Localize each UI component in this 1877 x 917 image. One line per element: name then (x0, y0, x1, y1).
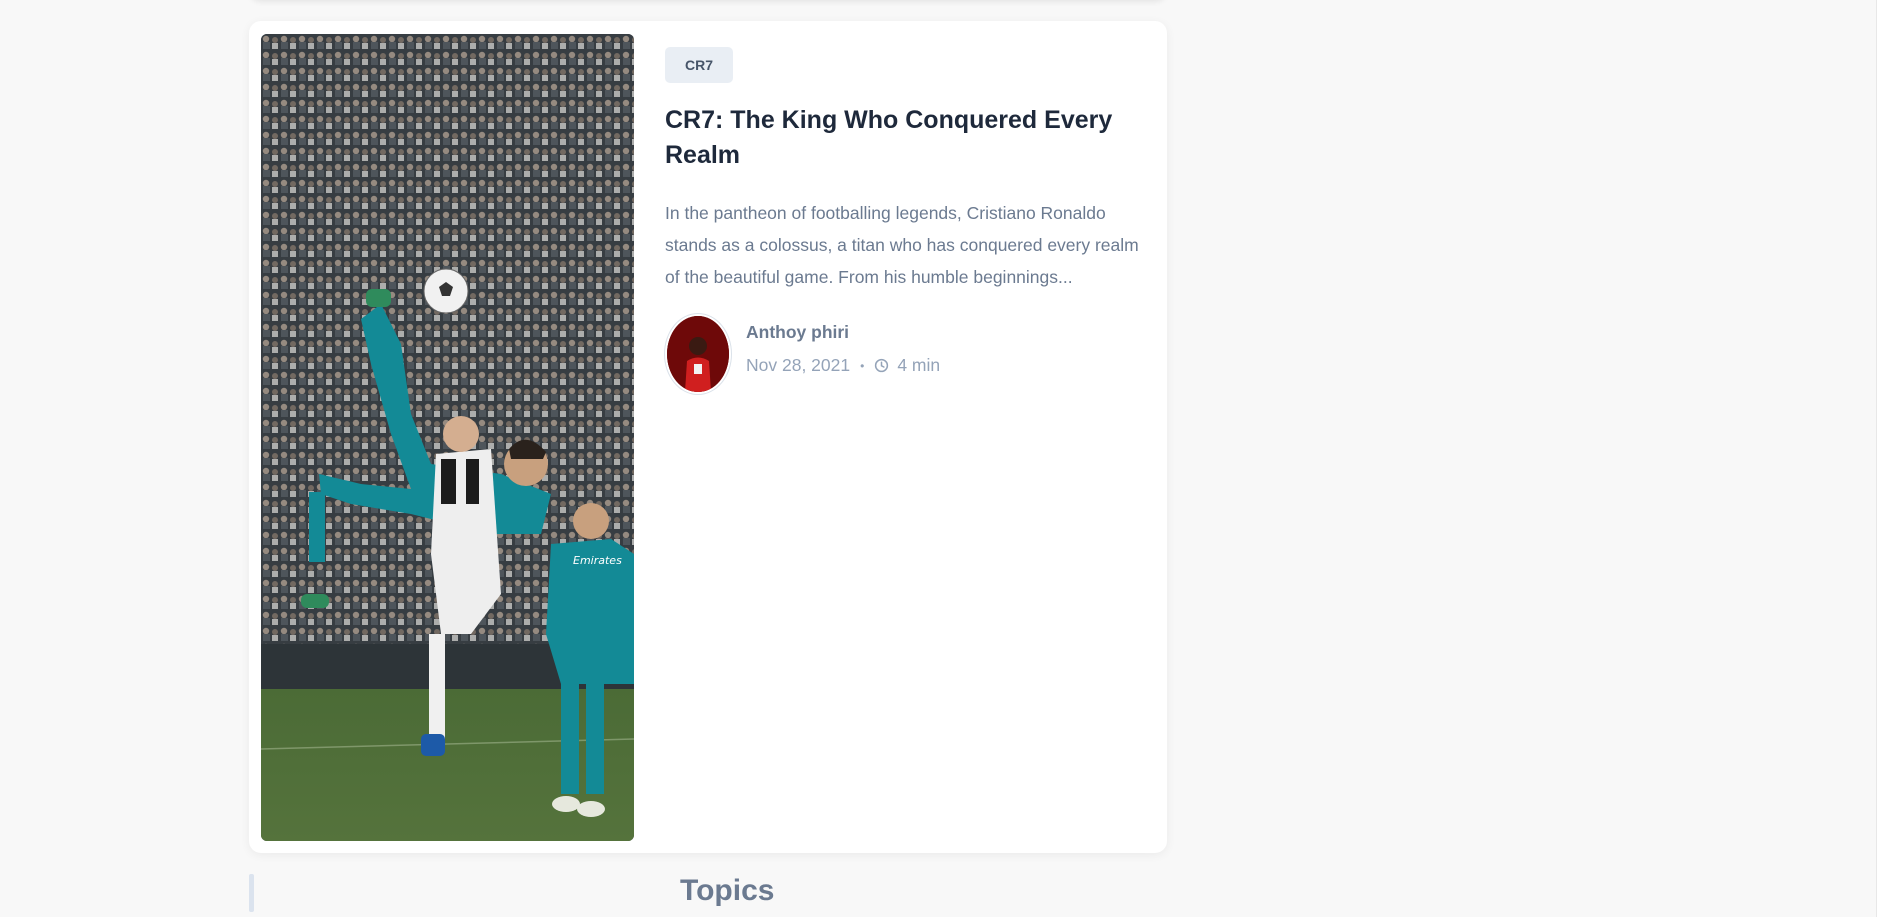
post-tag[interactable]: CR7 (665, 47, 734, 83)
post-date: Nov 28, 2021 (746, 355, 851, 375)
post-author: Anthoy phiri Nov 28, 2021 • 4 min (665, 314, 1150, 394)
post-excerpt: In the pantheon of footballing legends, … (665, 203, 1139, 287)
clock-icon (875, 358, 889, 373)
post-card[interactable]: Emirates CR7 CR7: The King Who Conquered… (249, 21, 1167, 853)
topics-heading: Topics (680, 874, 775, 907)
post-meta: Nov 28, 2021 • 4 min (746, 355, 940, 376)
post-cover-image[interactable]: Emirates (261, 34, 634, 841)
svg-text:Emirates: Emirates (573, 554, 622, 567)
topics-accent-bar (249, 874, 254, 912)
author-meta: Anthoy phiri Nov 28, 2021 • 4 min (746, 314, 940, 376)
author-avatar[interactable] (665, 314, 731, 394)
author-name[interactable]: Anthoy phiri (746, 322, 940, 343)
post-content: CR7 CR7: The King Who Conquered Every Re… (665, 47, 1150, 394)
post-title[interactable]: CR7: The King Who Conquered Every Realm (665, 103, 1150, 173)
meta-separator: • (860, 358, 865, 373)
post-read-time: 4 min (897, 355, 941, 375)
